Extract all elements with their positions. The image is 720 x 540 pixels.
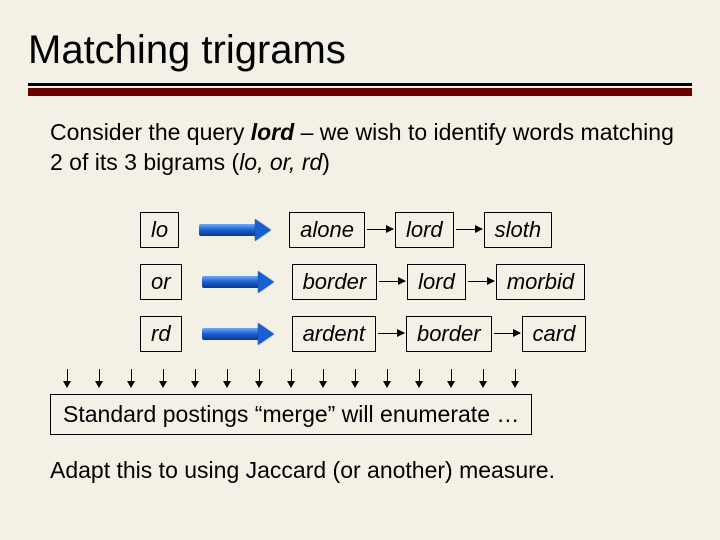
word-box: border <box>292 264 378 300</box>
slide: Matching trigrams Consider the query lor… <box>0 0 720 540</box>
word-box: lord <box>407 264 466 300</box>
adapt-statement: Adapt this to using Jaccard (or another)… <box>50 435 680 484</box>
arrow-down-icon <box>163 369 164 387</box>
postings-row: lo alone lord sloth <box>140 212 680 248</box>
arrow-down-icon <box>131 369 132 387</box>
arrow-icon <box>379 281 405 282</box>
arrow-down-icon <box>419 369 420 387</box>
arrow-down-icon <box>291 369 292 387</box>
arrow-down-icon <box>483 369 484 387</box>
word-box: alone <box>289 212 365 248</box>
word-box: lord <box>395 212 454 248</box>
word-box: morbid <box>496 264 585 300</box>
word-box: sloth <box>484 212 552 248</box>
arrow-icon <box>378 333 404 334</box>
slide-title: Matching trigrams <box>0 0 720 77</box>
merge-down-arrows <box>51 369 531 395</box>
bigram-box: rd <box>140 316 182 352</box>
arrow-icon <box>456 229 482 230</box>
merge-statement: Standard postings “merge” will enumerate… <box>50 394 532 435</box>
intro-paragraph: Consider the query lord – we wish to ide… <box>50 118 680 178</box>
arrow-icon <box>202 276 272 288</box>
arrow-icon <box>468 281 494 282</box>
title-rule <box>28 83 692 96</box>
arrow-icon <box>494 333 520 334</box>
slide-footer: Standard postings “merge” will enumerate… <box>0 352 720 484</box>
bigram-box: lo <box>140 212 179 248</box>
word-box: border <box>406 316 492 352</box>
arrow-down-icon <box>67 369 68 387</box>
arrow-down-icon <box>355 369 356 387</box>
word-box: card <box>522 316 587 352</box>
arrow-icon <box>202 328 272 340</box>
arrow-down-icon <box>195 369 196 387</box>
arrow-down-icon <box>323 369 324 387</box>
postings-row: or border lord morbid <box>140 264 680 300</box>
word-box: ardent <box>292 316 376 352</box>
postings-diagram: lo alone lord sloth or border lord morbi… <box>50 178 680 352</box>
arrow-down-icon <box>387 369 388 387</box>
postings-row: rd ardent border card <box>140 316 680 352</box>
arrow-down-icon <box>515 369 516 387</box>
arrow-down-icon <box>259 369 260 387</box>
arrow-down-icon <box>451 369 452 387</box>
arrow-down-icon <box>99 369 100 387</box>
arrow-icon <box>199 224 269 236</box>
bigram-box: or <box>140 264 182 300</box>
slide-body: Consider the query lord – we wish to ide… <box>0 96 720 352</box>
merge-text: Standard postings “merge” will enumerate… <box>63 401 519 427</box>
arrow-icon <box>367 229 393 230</box>
arrow-down-icon <box>227 369 228 387</box>
